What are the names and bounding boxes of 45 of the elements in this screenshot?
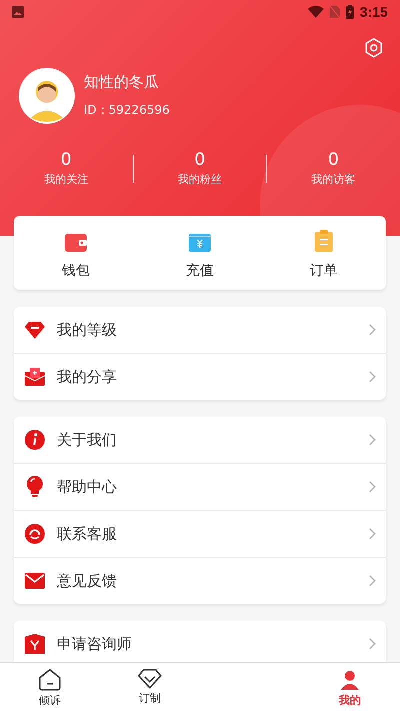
- envelope-icon: [25, 368, 45, 386]
- clipboard-icon: [315, 230, 333, 252]
- wallet-icon: [65, 234, 87, 252]
- menu-item[interactable]: 关于我们: [14, 417, 386, 464]
- chevron-right-icon: [369, 434, 376, 446]
- chevron-right-icon: [369, 481, 376, 493]
- shield-icon: [25, 634, 45, 654]
- nav-tab[interactable]: 订制: [138, 663, 162, 711]
- settings-icon[interactable]: [364, 38, 384, 58]
- person-icon: [339, 669, 361, 691]
- quick-action[interactable]: 订单: [262, 216, 386, 290]
- light-bulb-icon: [25, 476, 45, 498]
- wifi-icon: [308, 6, 324, 18]
- chevron-right-icon: [369, 638, 376, 650]
- nav-tab[interactable]: 我的: [339, 663, 361, 711]
- user-name: 知性的冬瓜: [84, 73, 160, 92]
- quick-action[interactable]: 钱包: [14, 216, 138, 290]
- status-time: 3:15: [360, 4, 388, 20]
- chevron-right-icon: [369, 371, 376, 383]
- diamond-icon: [138, 669, 162, 689]
- card-icon: [189, 234, 211, 252]
- stat-item[interactable]: 0 我的粉丝: [134, 150, 266, 187]
- image-icon: [12, 6, 24, 18]
- home-icon: [39, 669, 61, 691]
- stat-item[interactable]: 0 我的访客: [267, 150, 400, 187]
- menu-item[interactable]: 我的分享: [14, 354, 386, 400]
- no-sim-icon: [330, 6, 340, 18]
- chevron-right-icon: [369, 575, 376, 587]
- menu-item[interactable]: 我的等级: [14, 307, 386, 354]
- chevron-right-icon: [369, 528, 376, 540]
- battery-icon: [346, 5, 354, 19]
- stat-item[interactable]: 0 我的关注: [0, 150, 133, 187]
- menu-item[interactable]: 申请咨询师: [14, 621, 386, 662]
- mail-icon: [25, 573, 45, 589]
- avatar: [19, 68, 75, 124]
- nav-tab[interactable]: 倾诉: [39, 663, 61, 711]
- menu-item[interactable]: 联系客服: [14, 511, 386, 558]
- quick-action[interactable]: 充值: [138, 216, 262, 290]
- user-id: ID：59226596: [84, 102, 170, 119]
- menu-item[interactable]: 帮助中心: [14, 464, 386, 511]
- info-icon: [25, 430, 45, 450]
- diamond-icon: [25, 322, 45, 338]
- menu-item[interactable]: 意见反馈: [14, 558, 386, 604]
- chevron-right-icon: [369, 324, 376, 336]
- headset-icon: [25, 524, 45, 544]
